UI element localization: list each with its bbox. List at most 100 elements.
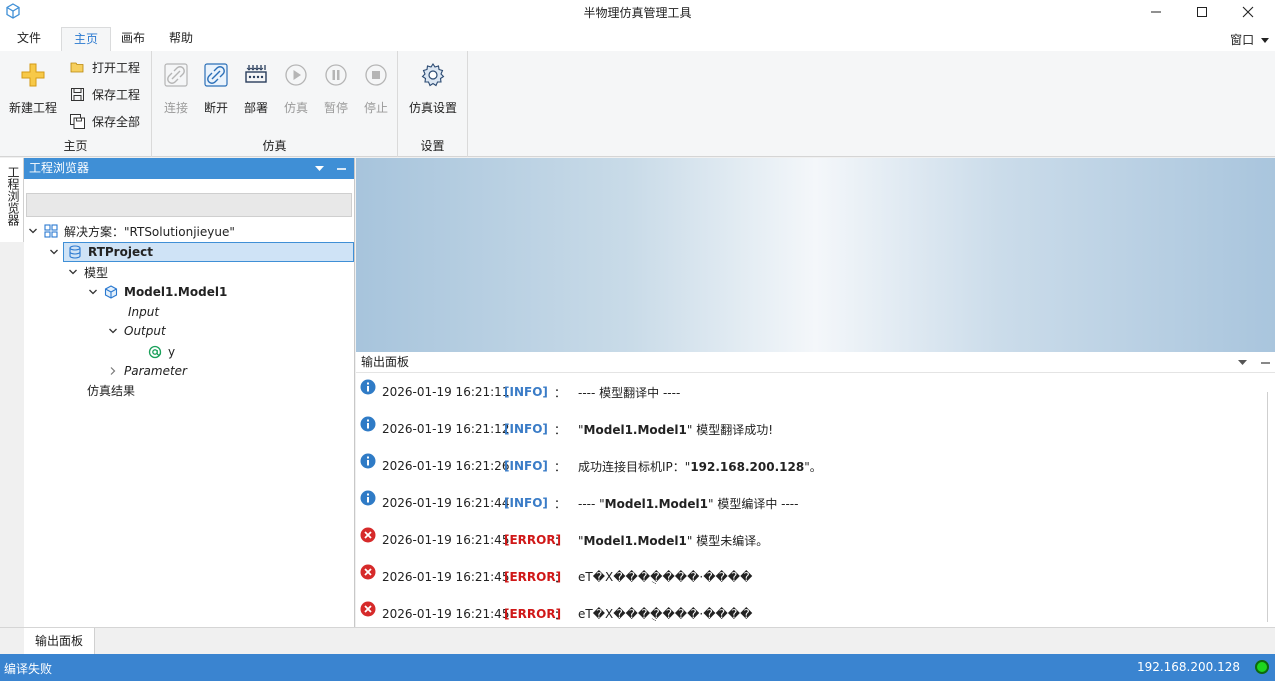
log-message-bold: 192.168.200.128 <box>690 459 805 474</box>
save-all-button[interactable]: 保存全部 <box>70 111 140 131</box>
log-separator: ： <box>554 496 567 511</box>
new-project-label: 新建工程 <box>8 101 57 115</box>
window-menu[interactable]: 窗口 <box>1230 31 1269 48</box>
at-variable-icon <box>148 345 162 359</box>
minimize-button[interactable] <box>1133 0 1179 24</box>
log-separator: ： <box>554 533 567 548</box>
maximize-button[interactable] <box>1179 0 1225 24</box>
output-scrollbar[interactable] <box>1267 392 1273 622</box>
tree-item-results[interactable]: 仿真结果 <box>87 380 135 400</box>
play-icon <box>285 64 307 86</box>
log-message-bold: Model1.Model1 <box>604 496 708 511</box>
simulation-canvas[interactable] <box>356 158 1275 352</box>
database-icon <box>69 245 81 259</box>
floppy-save-icon <box>71 87 84 101</box>
info-icon <box>360 379 376 395</box>
minimize-icon <box>1260 362 1270 364</box>
save-all-label: 保存全部 <box>92 114 141 129</box>
variable-label: y <box>168 345 176 359</box>
ribbon: 新建工程 打开工程 保存工程 保存全部 主页 连接 断开 部署 仿真 暂停 停止… <box>0 51 1275 157</box>
tree-item-parameter[interactable]: Parameter <box>108 361 187 381</box>
log-message-pre: ---- 模型翻译中 ---- <box>578 385 681 400</box>
chevron-right-icon[interactable] <box>108 366 118 376</box>
tree-item-output[interactable]: Output <box>108 321 166 341</box>
title-bar: 半物理仿真管理工具 <box>0 0 1275 24</box>
tree-item-project[interactable]: RTProject <box>50 242 354 262</box>
cube-model-icon <box>104 285 118 299</box>
new-project-button[interactable]: 新建工程 <box>8 61 58 116</box>
log-message: 成功连接目标机IP："192.168.200.128"。 <box>578 458 822 475</box>
tree-item-solution[interactable]: 解决方案："RTSolutionjieyue" <box>28 221 235 241</box>
tab-canvas[interactable]: 画布 <box>109 27 157 51</box>
log-message: еТ�Х���ֻ����·���� <box>578 570 752 584</box>
panel-minimize-button[interactable] <box>333 158 349 179</box>
chevron-down-icon[interactable] <box>108 326 118 336</box>
tree-item-models-folder[interactable]: 模型 <box>68 262 108 282</box>
bottom-tab-output[interactable]: 输出面板 <box>24 628 96 654</box>
panel-dropdown-button[interactable] <box>311 158 327 179</box>
chevron-down-icon[interactable] <box>28 226 38 236</box>
log-message: "Model1.Model1" 模型翻译成功! <box>578 421 773 438</box>
log-row: 2026-01-19 16:21:11 [INFO]： ---- 模型翻译中 ---… <box>360 379 681 402</box>
open-project-button[interactable]: 打开工程 <box>70 57 140 77</box>
output-panel-header: 输出面板 <box>356 352 1275 373</box>
model-label: Model1.Model1 <box>124 285 228 299</box>
project-search-input[interactable] <box>26 193 352 217</box>
plus-icon <box>21 63 45 87</box>
close-icon <box>1242 6 1254 18</box>
output-minimize-button[interactable] <box>1257 352 1273 373</box>
results-label: 仿真结果 <box>87 383 136 398</box>
project-label: RTProject <box>88 245 153 259</box>
tab-file[interactable]: 文件 <box>5 27 53 51</box>
log-message-pre: еТ�Х���ֻ����·���� <box>578 570 753 584</box>
project-browser-header: 工程浏览器 <box>24 158 354 179</box>
close-button[interactable] <box>1225 0 1271 24</box>
tab-home[interactable]: 主页 <box>61 27 112 51</box>
models-folder-label: 模型 <box>84 265 109 280</box>
bottom-tab-bar: 输出面板 <box>0 627 1275 654</box>
error-icon <box>360 527 376 543</box>
caret-down-icon <box>314 165 324 171</box>
tree-item-input[interactable]: Input <box>128 302 159 322</box>
log-message: еТ�Х���ֻ����·���� <box>578 607 752 621</box>
output-label: Output <box>124 324 166 338</box>
chevron-down-icon[interactable] <box>68 267 78 277</box>
log-message-post: " 模型未编译。 <box>686 533 769 548</box>
tree-item-variable-y[interactable]: y <box>148 342 175 362</box>
chevron-down-icon[interactable] <box>49 247 59 257</box>
output-panel-title: 输出面板 <box>361 355 410 369</box>
tab-help[interactable]: 帮助 <box>157 27 205 51</box>
pause-icon <box>325 64 347 86</box>
sim-settings-label: 仿真设置 <box>408 101 457 115</box>
ribbon-group-simulation-label: 仿真 <box>262 139 287 153</box>
save-all-icon <box>70 113 85 129</box>
log-timestamp: 2026-01-19 16:21:26 <box>382 459 510 473</box>
log-message-pre: 成功连接目标机IP：" <box>578 459 691 474</box>
log-row: 2026-01-19 16:21:45 [ERROR]： "Model1.Model… <box>360 527 769 550</box>
status-ip: 192.168.200.128 <box>1136 660 1240 674</box>
save-project-button[interactable]: 保存工程 <box>70 84 140 104</box>
side-tab-strip: 工程浏览器 <box>0 158 24 627</box>
output-panel: 输出面板 2026-01-19 16:21:11 [INFO]： ---- 模型翻译… <box>356 352 1275 627</box>
ribbon-group-home-label: 主页 <box>63 139 88 153</box>
stop-button[interactable]: 停止 <box>351 61 401 116</box>
side-tab-project-browser[interactable]: 工程浏览器 <box>0 158 24 242</box>
log-message-post: "。 <box>804 459 822 474</box>
connection-status-indicator <box>1255 660 1269 674</box>
sim-settings-button[interactable]: 仿真设置 <box>408 61 458 116</box>
output-dropdown-button[interactable] <box>1234 352 1250 373</box>
project-browser-panel: 工程浏览器 解决方案："RTSolutionjieyue" RTProject … <box>24 158 355 627</box>
ribbon-group-home: 新建工程 打开工程 保存工程 保存全部 主页 <box>0 51 152 157</box>
log-message-bold: Model1.Model1 <box>583 533 687 548</box>
log-timestamp: 2026-01-19 16:21:12 <box>382 422 510 436</box>
log-timestamp: 2026-01-19 16:21:45 <box>382 533 510 547</box>
tree-item-model[interactable]: Model1.Model1 <box>88 282 227 302</box>
error-icon <box>360 564 376 580</box>
caret-down-icon <box>1237 359 1247 365</box>
stop-label: 停止 <box>363 101 388 115</box>
status-message: 编译失败 <box>4 662 53 676</box>
save-project-label: 保存工程 <box>92 87 141 102</box>
ribbon-group-settings: 仿真设置 设置 <box>398 51 468 157</box>
window-title: 半物理仿真管理工具 <box>583 6 692 20</box>
chevron-down-icon[interactable] <box>88 287 98 297</box>
